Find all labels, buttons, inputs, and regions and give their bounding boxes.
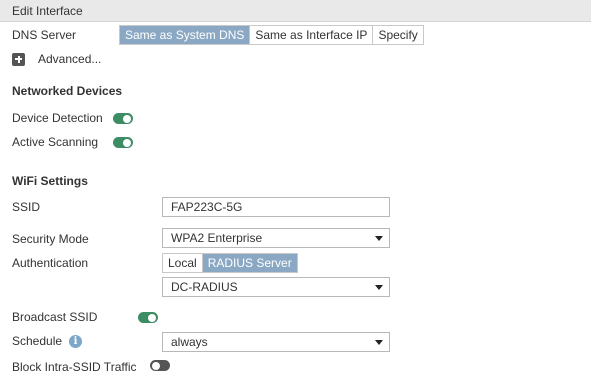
toggle-knob [152, 361, 160, 370]
toggle-knob [123, 138, 131, 147]
device-detection-toggle[interactable] [113, 113, 133, 124]
schedule-value: always [171, 335, 208, 349]
authentication-row: Authentication [12, 253, 88, 273]
plus-icon [12, 52, 25, 66]
device-detection-label: Device Detection [12, 111, 103, 125]
block-intra-ssid-toggle[interactable] [150, 360, 170, 371]
toggle-knob [148, 313, 156, 322]
ssid-input[interactable]: FAP223C-5G [162, 197, 390, 217]
dns-option-system[interactable]: Same as System DNS [120, 26, 251, 44]
active-scanning-label: Active Scanning [12, 135, 99, 149]
advanced-label: Advanced... [38, 52, 102, 66]
security-mode-row: Security Mode [12, 229, 89, 249]
toggle-knob [123, 114, 131, 123]
security-mode-select[interactable]: WPA2 Enterprise [162, 228, 390, 248]
chevron-down-icon [375, 285, 383, 290]
broadcast-ssid-label: Broadcast SSID [12, 310, 98, 324]
block-intra-ssid-label: Block Intra-SSID Traffic [12, 360, 137, 374]
chevron-down-icon [375, 236, 383, 241]
active-scanning-row: Active Scanning [12, 132, 98, 152]
authentication-label: Authentication [12, 256, 89, 270]
auth-option-radius[interactable]: RADIUS Server [202, 254, 297, 272]
broadcast-ssid-row: Broadcast SSID [12, 307, 97, 327]
ssid-value: FAP223C-5G [171, 200, 243, 214]
broadcast-ssid-toggle[interactable] [138, 312, 158, 323]
dialog-header: Edit Interface [0, 0, 591, 22]
authentication-selector: Local RADIUS Server [162, 253, 298, 273]
schedule-label: Schedule [12, 334, 63, 348]
dns-option-specify[interactable]: Specify [373, 26, 423, 44]
radius-server-select[interactable]: DC-RADIUS [162, 277, 390, 297]
ssid-label: SSID [12, 200, 41, 214]
dialog-title: Edit Interface [12, 4, 83, 18]
security-mode-label: Security Mode [12, 232, 89, 246]
networked-devices-title: Networked Devices [12, 84, 123, 98]
schedule-select[interactable]: always [162, 332, 390, 352]
device-detection-row: Device Detection [12, 108, 103, 128]
ssid-row: SSID [12, 197, 40, 217]
active-scanning-toggle[interactable] [113, 137, 133, 148]
radius-server-value: DC-RADIUS [171, 280, 238, 294]
schedule-row: Schedule i [12, 331, 83, 351]
block-intra-ssid-row: Block Intra-SSID Traffic [12, 357, 136, 377]
auth-option-local[interactable]: Local [163, 254, 203, 272]
dns-server-selector: Same as System DNS Same as Interface IP … [119, 25, 424, 45]
security-mode-value: WPA2 Enterprise [171, 231, 263, 245]
dns-server-row: DNS Server [12, 25, 76, 45]
wifi-settings-title: WiFi Settings [12, 174, 88, 188]
dns-option-interface-ip[interactable]: Same as Interface IP [250, 26, 374, 44]
chevron-down-icon [375, 340, 383, 345]
advanced-toggle[interactable]: Advanced... [12, 49, 101, 69]
info-icon[interactable]: i [69, 334, 83, 348]
dns-server-label: DNS Server [12, 28, 77, 42]
